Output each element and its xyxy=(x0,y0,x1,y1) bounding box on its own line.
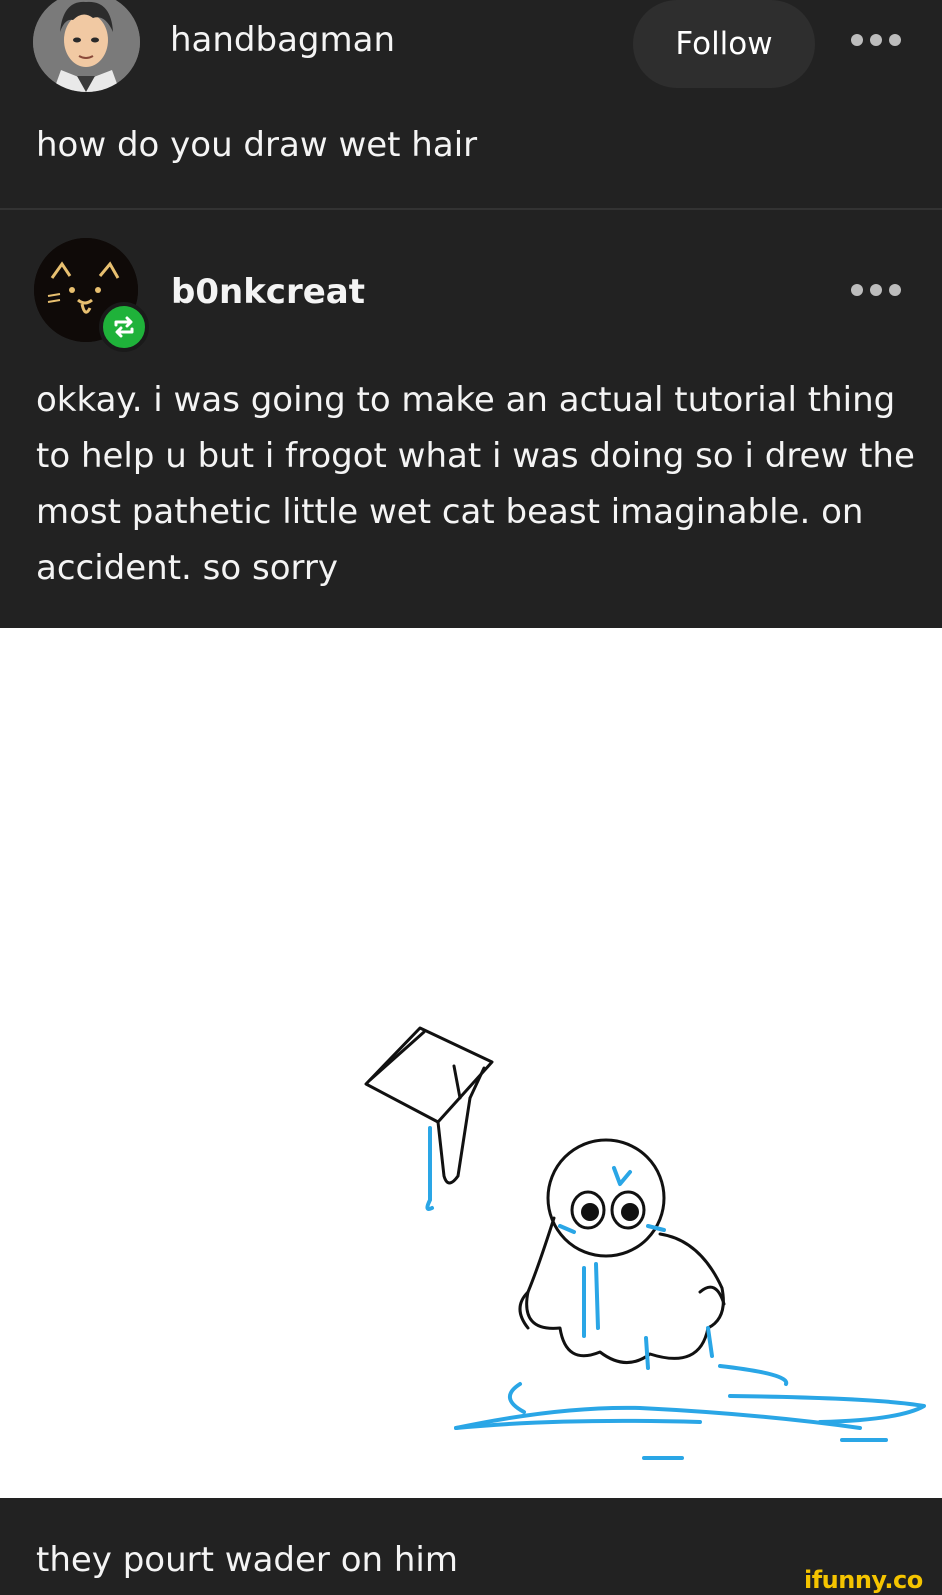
original-post-text: how do you draw wet hair xyxy=(36,125,478,165)
original-post-header: handbagman Follow xyxy=(0,0,942,95)
more-options-icon[interactable] xyxy=(851,280,901,300)
dot xyxy=(851,34,863,46)
dot xyxy=(870,34,882,46)
reblogger-username[interactable]: b0nkcreat xyxy=(171,272,365,312)
wet-cat-drawing xyxy=(364,1026,926,1460)
post-image[interactable] xyxy=(0,628,942,1498)
dot xyxy=(870,284,882,296)
reblog-text: okkay. i was going to make an actual tut… xyxy=(36,380,915,588)
dot xyxy=(851,284,863,296)
follow-button[interactable]: Follow xyxy=(633,0,815,88)
dot xyxy=(889,284,901,296)
watermark-logo: ifunny.co xyxy=(804,1566,923,1594)
original-poster-username[interactable]: handbagman xyxy=(170,20,395,60)
reblog-icon xyxy=(99,302,149,352)
dot xyxy=(889,34,901,46)
image-caption: they pourt wader on him xyxy=(36,1540,458,1580)
user-avatar[interactable] xyxy=(33,0,140,92)
more-options-icon[interactable] xyxy=(851,30,901,50)
reblog-divider xyxy=(0,208,942,210)
